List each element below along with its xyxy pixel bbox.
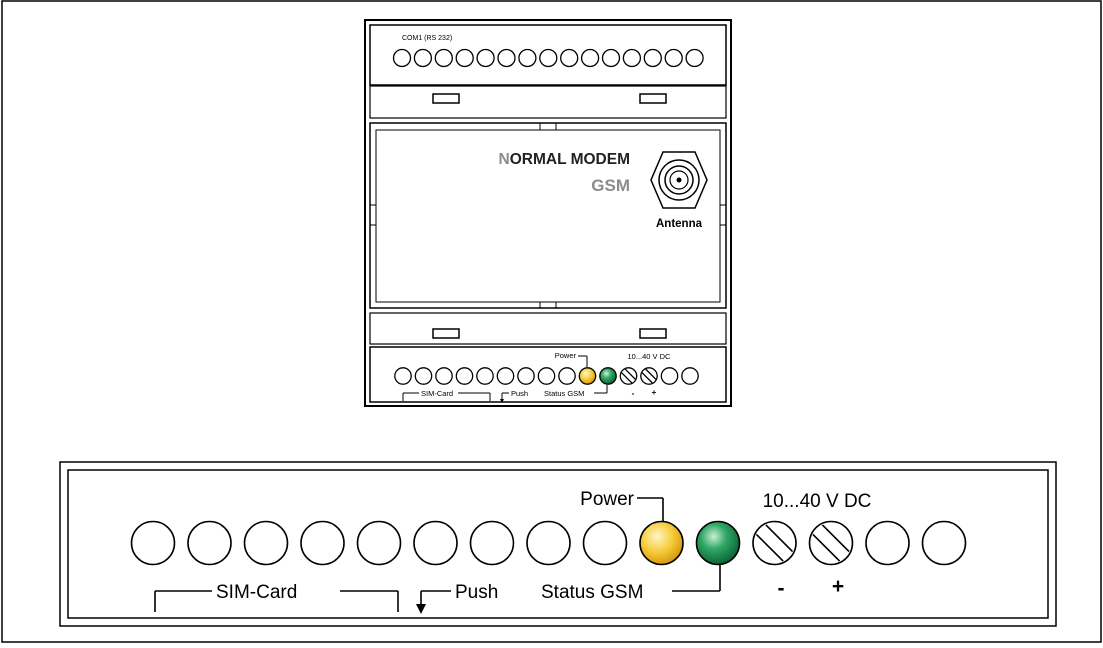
brand-rest: ORMAL MODEM [510,151,630,168]
large-terminal [243,520,289,566]
large-minus-label: - [778,577,785,600]
small-terminal [681,367,699,385]
small-sim-label: SIM-Card [421,389,453,398]
small-terminal [414,367,433,385]
large-terminal [413,520,458,566]
large-terminal [187,520,232,566]
large-sim-label: SIM-Card [216,582,297,603]
large-push-label: Push [455,582,498,603]
large-terminal [469,520,515,566]
small-status-label: Status GSM [544,389,584,398]
com-terminal [664,48,683,68]
lower-rail [369,312,727,345]
com-terminal [392,48,412,68]
small-terminal [517,367,535,385]
large-status-label: Status GSM [541,582,643,603]
upper-clip-right [639,93,667,104]
small-status-led [599,367,617,385]
com-terminal [643,48,662,68]
brand-first-letter: N [499,151,510,168]
small-terminal [496,367,515,385]
com-terminal [560,48,579,68]
com-terminal [455,48,474,68]
small-terminal [660,367,679,385]
small-screw-terminal-icon [640,367,658,385]
small-plus-label: + [652,388,657,397]
large-terminal [865,520,910,566]
com-terminal [539,48,558,68]
small-power-label: Power [555,351,577,360]
antenna-label: Antenna [656,218,703,230]
antenna-connector-icon [650,151,708,209]
large-plus-label: + [832,575,844,598]
large-terminal [582,520,628,566]
com-terminal [685,48,704,68]
small-screw-terminal-icon [619,367,638,385]
brand-title: NORMAL MODEM [499,151,630,168]
small-minus-label: - [632,389,635,398]
large-power-led [639,520,684,566]
com-port-label: COM1 (RS 232) [402,35,452,42]
com-terminal [476,48,495,68]
large-status-led [695,520,741,566]
small-power-led [578,367,597,385]
small-terminal [558,367,576,385]
com-terminal [622,48,642,68]
large-terminal [356,520,402,566]
modem-device: COM1 (RS 232) NORMAL MODEM GSM Antenna P… [364,19,732,407]
large-screw-terminal-icon [752,520,797,566]
large-terminal [921,520,967,566]
large-terminal [526,520,571,566]
small-terminal [455,367,474,385]
small-terminal [435,367,453,385]
upper-clip-left [432,93,460,104]
top-terminal-circles [392,48,704,68]
small-terminal [537,367,556,385]
large-voltage-label: 10...40 V DC [763,491,872,512]
large-power-label: Power [580,489,635,510]
brand-subtitle: GSM [591,176,630,195]
com-terminal [434,48,453,68]
small-voltage-label: 10...40 V DC [628,352,672,361]
com-terminal [413,48,433,68]
com-terminal [497,48,516,68]
small-terminal [476,367,494,385]
large-terminal [300,520,345,566]
com-terminal [518,48,537,68]
enlarged-terminal-strip: Power 10...40 V DC SIM-Card Push Status … [59,461,1057,627]
com-terminal [580,48,600,68]
small-terminal [394,367,412,385]
lower-clip-right [639,328,667,339]
modem-diagram: COM1 (RS 232) NORMAL MODEM GSM Antenna P… [1,0,1102,643]
large-screw-terminal-icon [808,520,854,566]
com-terminal [601,48,621,68]
lower-clip-left [432,328,460,339]
small-push-label: Push [511,389,528,398]
upper-rail [369,85,727,119]
large-terminal [130,520,176,566]
